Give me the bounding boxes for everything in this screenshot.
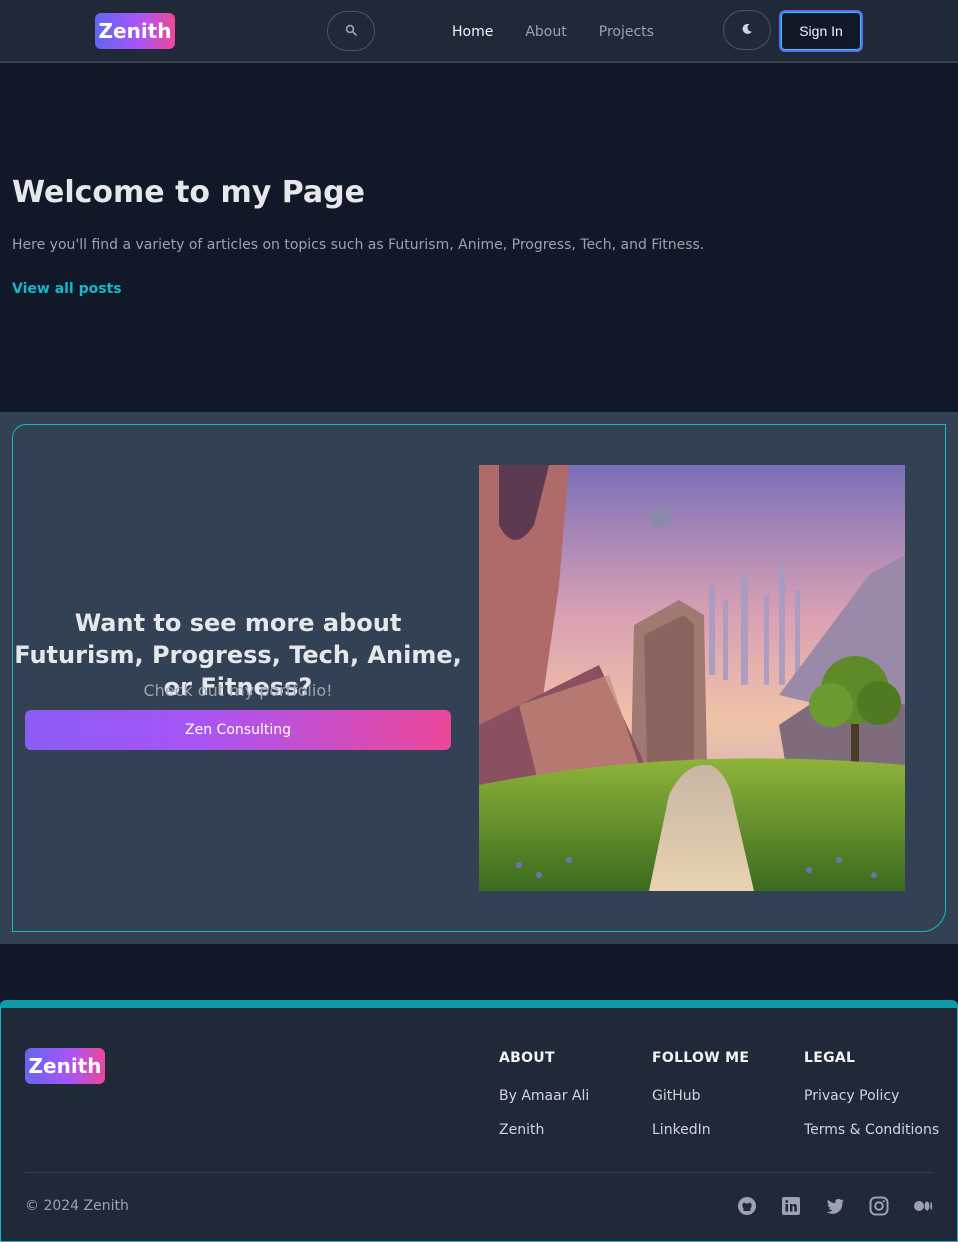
footer-link-by-amaar-ali[interactable]: By Amaar Ali [499, 1088, 589, 1104]
fantasy-landscape-image [479, 465, 905, 891]
footer-link-zenith[interactable]: Zenith [499, 1122, 589, 1138]
footer-logo[interactable]: Zenith [25, 1048, 105, 1084]
search-button[interactable] [327, 11, 375, 51]
github-icon[interactable] [737, 1196, 757, 1216]
footer-column-title: LEGAL [804, 1050, 856, 1066]
sign-in-button[interactable]: Sign In [779, 10, 863, 52]
nav-logo[interactable]: Zenith [95, 13, 175, 49]
footer-column-title: ABOUT [499, 1050, 555, 1066]
theme-toggle-button[interactable] [723, 10, 771, 50]
linkedin-icon[interactable] [781, 1196, 801, 1216]
footer-column-legal: LEGAL Privacy Policy Terms & Conditions [804, 1050, 939, 1138]
promo-card: Want to see more about Futurism, Progres… [12, 424, 946, 932]
view-all-posts-link[interactable]: View all posts [12, 281, 122, 297]
footer-divider [25, 1172, 933, 1173]
instagram-icon[interactable] [869, 1196, 889, 1216]
footer-column-follow-me: FOLLOW ME GitHub LinkedIn [652, 1050, 749, 1138]
footer-link-terms-conditions[interactable]: Terms & Conditions [804, 1122, 939, 1138]
copyright-text: © 2024 Zenith [25, 1198, 129, 1214]
footer-link-github[interactable]: GitHub [652, 1088, 749, 1104]
promo-subheading: Check out my portfolio! [143, 681, 333, 700]
zen-consulting-button[interactable]: Zen Consulting [25, 710, 451, 750]
promo-section: Want to see more about Futurism, Progres… [0, 412, 958, 944]
hero-title: Welcome to my Page [12, 175, 365, 210]
medium-icon[interactable] [913, 1196, 933, 1216]
search-icon [345, 24, 357, 39]
footer-column-title: FOLLOW ME [652, 1050, 750, 1066]
footer-link-privacy-policy[interactable]: Privacy Policy [804, 1088, 939, 1104]
nav-link-about[interactable]: About [509, 24, 582, 40]
footer-column-about: ABOUT By Amaar Ali Zenith [499, 1050, 589, 1138]
nav-link-projects[interactable]: Projects [583, 24, 670, 40]
social-links [737, 1196, 933, 1216]
twitter-icon[interactable] [825, 1196, 845, 1216]
footer-link-linkedin[interactable]: LinkedIn [652, 1122, 749, 1138]
nav-links: Home About Projects [436, 0, 670, 63]
footer: Zenith ABOUT By Amaar Ali Zenith FOLLOW … [0, 1000, 958, 1242]
moon-icon [741, 23, 753, 38]
hero-subtitle: Here you'll find a variety of articles o… [12, 237, 705, 253]
navbar: Zenith Home About Projects Sign In [0, 0, 958, 63]
nav-link-home[interactable]: Home [436, 24, 509, 40]
